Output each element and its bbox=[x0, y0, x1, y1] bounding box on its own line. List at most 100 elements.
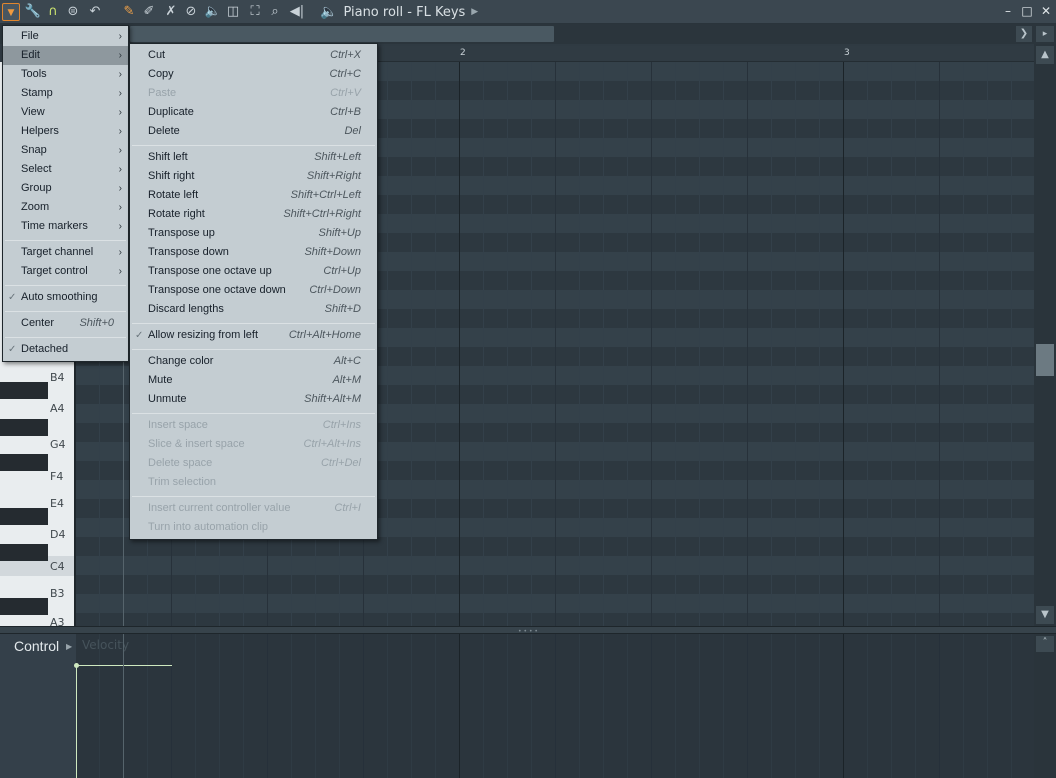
menu-item-helpers[interactable]: Helpers › bbox=[3, 122, 128, 141]
key-label: D4 bbox=[50, 528, 66, 541]
pane-splitter[interactable]: • • • • bbox=[0, 626, 1056, 635]
menu-item-copy[interactable]: Copy Ctrl+C bbox=[130, 65, 377, 84]
window-title[interactable]: 🔈 Piano roll - FL Keys ▶ bbox=[320, 3, 478, 21]
menu-item-transpose-octave-up[interactable]: Transpose one octave up Ctrl+Up bbox=[130, 262, 377, 281]
menu-item-duplicate[interactable]: Duplicate Ctrl+B bbox=[130, 103, 377, 122]
control-label: Control bbox=[14, 638, 60, 654]
black-key[interactable] bbox=[0, 598, 48, 615]
menu-item-view[interactable]: View › bbox=[3, 103, 128, 122]
scroll-right-icon[interactable]: ❯ bbox=[1016, 26, 1032, 42]
key-label: C4 bbox=[50, 560, 65, 573]
menu-item-detached[interactable]: ✓ Detached bbox=[3, 340, 128, 359]
delete-tool-icon[interactable]: ✗ bbox=[162, 3, 180, 21]
chevron-right-icon: › bbox=[118, 247, 122, 258]
key-label: A3 bbox=[50, 616, 65, 626]
menu-item-time-markers[interactable]: Time markers › bbox=[3, 217, 128, 236]
slip-tool-icon[interactable]: 🔈 bbox=[204, 3, 222, 21]
menu-item-snap[interactable]: Snap › bbox=[3, 141, 128, 160]
menu-item-transpose-octave-down[interactable]: Transpose one octave down Ctrl+Down bbox=[130, 281, 377, 300]
minimize-button[interactable]: – bbox=[1000, 2, 1016, 20]
menu-item-edit[interactable]: Edit › bbox=[3, 46, 128, 65]
scroll-up-icon[interactable]: ˄ bbox=[1036, 636, 1054, 652]
velocity-handle[interactable] bbox=[74, 663, 79, 668]
chevron-right-icon: › bbox=[118, 88, 122, 99]
close-button[interactable]: ✕ bbox=[1038, 2, 1054, 20]
event-editor[interactable]: Velocity bbox=[74, 634, 1034, 778]
menu-item-unmute[interactable]: Unmute Shift+Alt+M bbox=[130, 390, 377, 409]
menu-item-auto-smoothing[interactable]: ✓ Auto smoothing bbox=[3, 288, 128, 307]
scroll-up-icon[interactable]: ▲ bbox=[1036, 46, 1054, 64]
menu-separator bbox=[5, 311, 126, 312]
chevron-right-icon: › bbox=[118, 107, 122, 118]
menu-item-turn-into-automation-clip: Turn into automation clip bbox=[148, 521, 269, 533]
magnet-icon[interactable]: ∩ bbox=[44, 3, 62, 21]
slice-tool-icon[interactable]: ◫ bbox=[224, 3, 242, 21]
menu-item-target-channel[interactable]: Target channel › bbox=[3, 243, 128, 262]
menu-item-shift-left[interactable]: Shift left Shift+Left bbox=[130, 148, 377, 167]
menu-item-zoom[interactable]: Zoom › bbox=[3, 198, 128, 217]
black-key[interactable] bbox=[0, 454, 48, 471]
script-icon[interactable]: ⊜ bbox=[64, 3, 82, 21]
menu-item-group[interactable]: Group › bbox=[3, 179, 128, 198]
menu-item-transpose-down[interactable]: Transpose down Shift+Down bbox=[130, 243, 377, 262]
black-key[interactable] bbox=[0, 508, 48, 525]
maximize-button[interactable]: □ bbox=[1019, 2, 1035, 20]
menu-separator bbox=[132, 349, 375, 350]
control-pane-header[interactable]: Control ▶ bbox=[0, 634, 76, 778]
menu-separator bbox=[5, 337, 126, 338]
vertical-scrollbar[interactable]: ▲ ▼ bbox=[1034, 44, 1056, 626]
menu-separator bbox=[132, 496, 375, 497]
menu-item-select[interactable]: Select › bbox=[3, 160, 128, 179]
key-label: A4 bbox=[50, 402, 65, 415]
horizontal-scrollbar[interactable]: ❯ ▸ bbox=[0, 24, 1056, 44]
menu-item-delete-space: Delete space Ctrl+Del bbox=[148, 457, 361, 469]
wrench-icon[interactable]: 🔧 bbox=[24, 3, 42, 21]
menu-item-insert-space: Insert space Ctrl+Ins bbox=[148, 419, 361, 431]
black-key[interactable] bbox=[0, 419, 48, 436]
menu-item-rotate-left[interactable]: Rotate left Shift+Ctrl+Left bbox=[130, 186, 377, 205]
scroll-end-icon[interactable]: ▸ bbox=[1036, 26, 1054, 42]
key-label: B3 bbox=[50, 587, 65, 600]
menu-item-discard-lengths[interactable]: Discard lengths Shift+D bbox=[130, 300, 377, 319]
undo-icon[interactable]: ↶ bbox=[86, 3, 104, 21]
black-key[interactable] bbox=[0, 544, 48, 561]
speaker-icon: 🔈 bbox=[320, 4, 338, 20]
menu-item-delete[interactable]: Delete Del bbox=[130, 122, 377, 141]
menu-item-tools[interactable]: Tools › bbox=[3, 65, 128, 84]
window-title-text: Piano roll - FL Keys bbox=[343, 4, 466, 20]
edit-submenu: Cut Ctrl+X Copy Ctrl+C Paste Ctrl+V Duplica… bbox=[129, 43, 378, 540]
vertical-scroll-thumb[interactable] bbox=[1036, 344, 1054, 376]
menu-item-allow-resizing-from-left[interactable]: ✓ Allow resizing from left Ctrl+Alt+Home bbox=[130, 326, 377, 345]
velocity-stem bbox=[76, 665, 77, 778]
playback-tool-icon[interactable]: ◀| bbox=[288, 3, 306, 21]
scroll-down-icon[interactable]: ▼ bbox=[1036, 606, 1054, 624]
menu-item-target-control[interactable]: Target control › bbox=[3, 262, 128, 281]
menu-item-center[interactable]: Center Shift+0 bbox=[3, 314, 128, 333]
menu-item-file[interactable]: File › bbox=[3, 27, 128, 46]
menu-separator bbox=[132, 323, 375, 324]
menu-separator bbox=[5, 240, 126, 241]
chevron-right-icon[interactable]: ▶ bbox=[66, 642, 72, 651]
chevron-right-icon: › bbox=[118, 164, 122, 175]
key-label: E4 bbox=[50, 497, 64, 510]
menu-item-shift-right[interactable]: Shift right Shift+Right bbox=[130, 167, 377, 186]
black-key[interactable] bbox=[0, 382, 48, 399]
bar-number: 2 bbox=[460, 48, 466, 58]
chevron-right-icon: › bbox=[118, 69, 122, 80]
event-scrollbar[interactable]: ˄ bbox=[1034, 634, 1056, 778]
menu-item-stamp[interactable]: Stamp › bbox=[3, 84, 128, 103]
menu-item-cut[interactable]: Cut Ctrl+X bbox=[130, 46, 377, 65]
pencil-tool-icon[interactable]: ✎ bbox=[120, 3, 138, 21]
paint-tool-icon[interactable]: ✐ bbox=[140, 3, 158, 21]
horizontal-scroll-thumb[interactable] bbox=[130, 26, 554, 42]
checkmark-icon: ✓ bbox=[8, 344, 17, 355]
menu-item-transpose-up[interactable]: Transpose up Shift+Up bbox=[130, 224, 377, 243]
mute-tool-icon[interactable]: ⊘ bbox=[182, 3, 200, 21]
zoom-tool-icon[interactable]: ⌕ bbox=[266, 3, 284, 21]
menu-item-mute[interactable]: Mute Alt+M bbox=[130, 371, 377, 390]
menu-item-rotate-right[interactable]: Rotate right Shift+Ctrl+Right bbox=[130, 205, 377, 224]
menu-item-change-color[interactable]: Change color Alt+C bbox=[130, 352, 377, 371]
menu-dropdown-icon[interactable]: ▼ bbox=[2, 3, 20, 21]
menu-separator bbox=[132, 145, 375, 146]
select-tool-icon[interactable]: ⛶ bbox=[246, 3, 264, 21]
